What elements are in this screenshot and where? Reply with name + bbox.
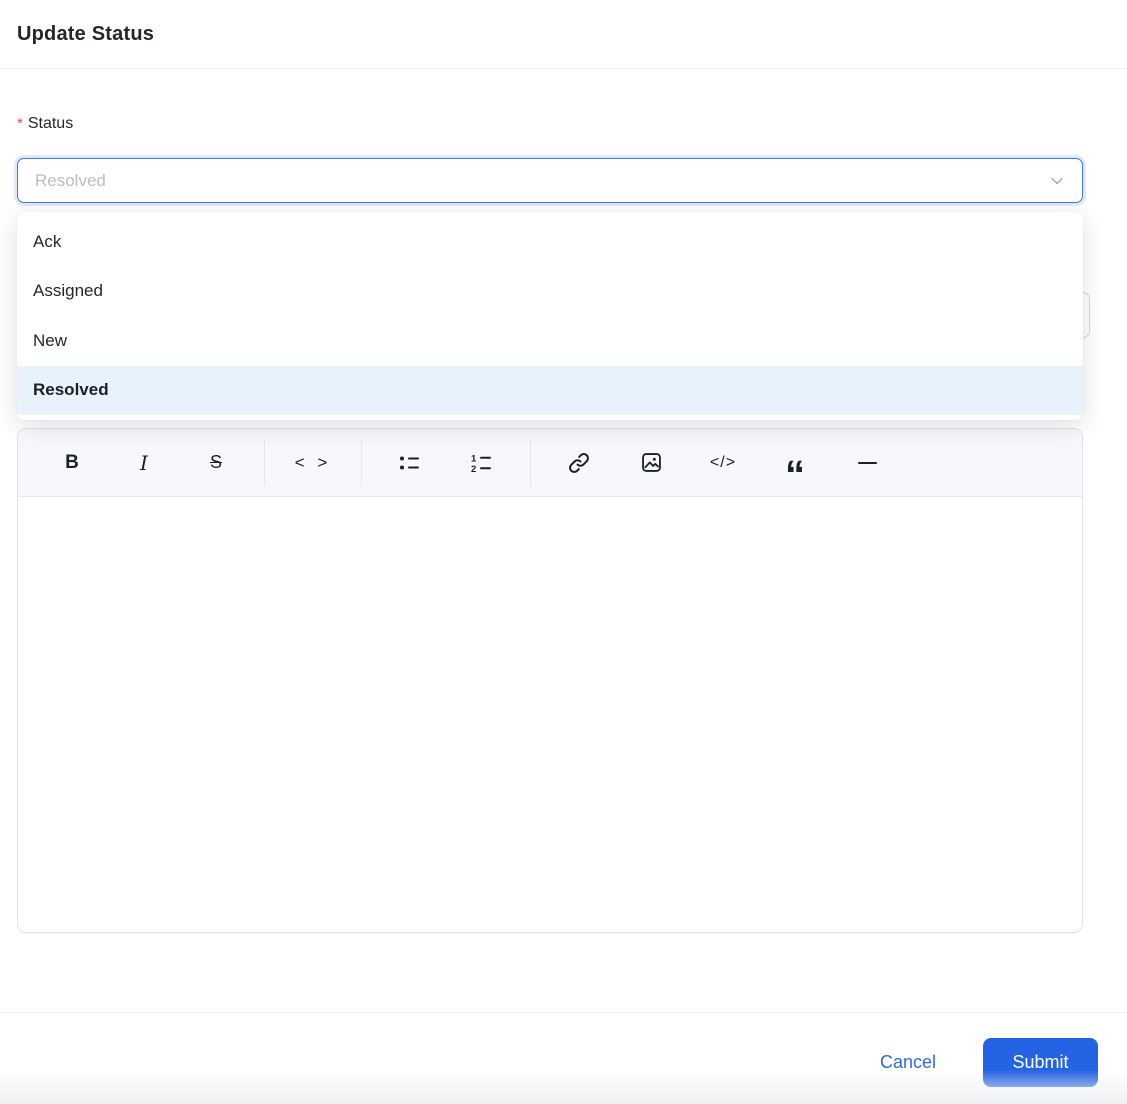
inline-code-icon: < >: [295, 453, 332, 473]
modal-body: * Status Resolved Ack Assigned New Resolv…: [0, 69, 1127, 933]
dropdown-option-ack[interactable]: Ack: [17, 217, 1083, 267]
strikethrough-icon: S: [210, 452, 222, 473]
italic-icon: I: [140, 451, 148, 475]
status-field-label: * Status: [17, 114, 1083, 133]
chevron-down-icon: [1049, 173, 1065, 189]
modal-header: Update Status: [0, 0, 1127, 68]
status-label-text: Status: [28, 115, 73, 132]
modal-footer: Cancel Submit: [0, 1013, 1127, 1104]
page-title: Update Status: [17, 23, 154, 46]
toolbar-separator: [530, 440, 531, 486]
inline-code-button[interactable]: < >: [290, 440, 336, 486]
bulleted-list-button[interactable]: [387, 440, 433, 486]
bold-icon: B: [65, 452, 79, 474]
svg-text:1: 1: [471, 453, 477, 464]
editor-toolbar: B I S < >: [18, 429, 1082, 497]
toolbar-separator: [264, 440, 265, 486]
link-icon: [567, 451, 591, 475]
required-asterisk: *: [17, 115, 23, 132]
submit-button[interactable]: Submit: [983, 1038, 1098, 1087]
numbered-list-button[interactable]: 12: [459, 440, 505, 486]
numbered-list-icon: 12: [471, 453, 493, 473]
dropdown-option-resolved[interactable]: Resolved: [17, 366, 1083, 416]
image-icon: [640, 451, 663, 474]
image-button[interactable]: [628, 440, 674, 486]
italic-button[interactable]: I: [121, 440, 167, 486]
status-dropdown-menu: Ack Assigned New Resolved: [17, 212, 1083, 420]
quote-button[interactable]: “: [772, 440, 818, 486]
toolbar-separator: [361, 440, 362, 486]
editor-content-area[interactable]: [18, 497, 1082, 933]
horizontal-rule-button[interactable]: [844, 440, 890, 486]
status-select[interactable]: Resolved: [17, 158, 1083, 203]
svg-text:2: 2: [471, 464, 476, 473]
strikethrough-button[interactable]: S: [193, 440, 239, 486]
link-button[interactable]: [556, 440, 602, 486]
quote-icon: “: [785, 455, 805, 495]
status-select-value: Resolved: [35, 171, 106, 191]
dropdown-option-assigned[interactable]: Assigned: [17, 267, 1083, 317]
code-block-icon: </>: [710, 454, 736, 472]
code-block-button[interactable]: </>: [700, 440, 746, 486]
bulleted-list-icon: [399, 453, 421, 473]
rich-text-editor: B I S < >: [17, 428, 1083, 933]
update-status-modal: Update Status * Status Resolved Ack Assig…: [0, 0, 1127, 1104]
horizontal-rule-icon: [858, 462, 877, 464]
cancel-button[interactable]: Cancel: [878, 1046, 938, 1079]
bold-button[interactable]: B: [49, 440, 95, 486]
dropdown-option-new[interactable]: New: [17, 316, 1083, 366]
